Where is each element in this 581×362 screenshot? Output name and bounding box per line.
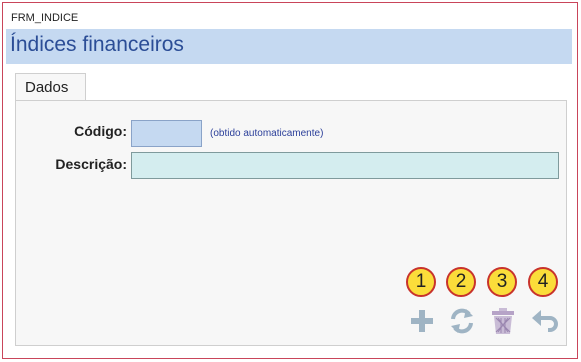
plus-icon	[411, 310, 433, 332]
refresh-button[interactable]	[446, 305, 478, 337]
tab-dados[interactable]: Dados	[15, 73, 86, 101]
descricao-label: Descrição:	[55, 156, 127, 172]
page-title: Índices financeiros	[10, 33, 184, 56]
add-button[interactable]	[406, 305, 438, 337]
codigo-label: Código:	[74, 123, 127, 139]
window-title: FRM_INDICE	[11, 12, 79, 24]
trash-icon	[492, 308, 514, 334]
codigo-hint: (obtido automaticamente)	[210, 128, 324, 139]
annotation-badge-1: 1	[406, 267, 436, 297]
undo-button[interactable]	[528, 305, 560, 337]
undo-icon	[532, 310, 558, 332]
refresh-icon	[451, 308, 473, 334]
annotation-badge-3: 3	[487, 267, 517, 297]
descricao-field[interactable]	[131, 152, 559, 179]
codigo-field[interactable]	[131, 120, 202, 147]
annotation-badge-4: 4	[528, 267, 558, 297]
annotation-badge-2: 2	[446, 267, 476, 297]
delete-button[interactable]	[487, 305, 519, 337]
form-header: Índices financeiros	[6, 29, 572, 64]
